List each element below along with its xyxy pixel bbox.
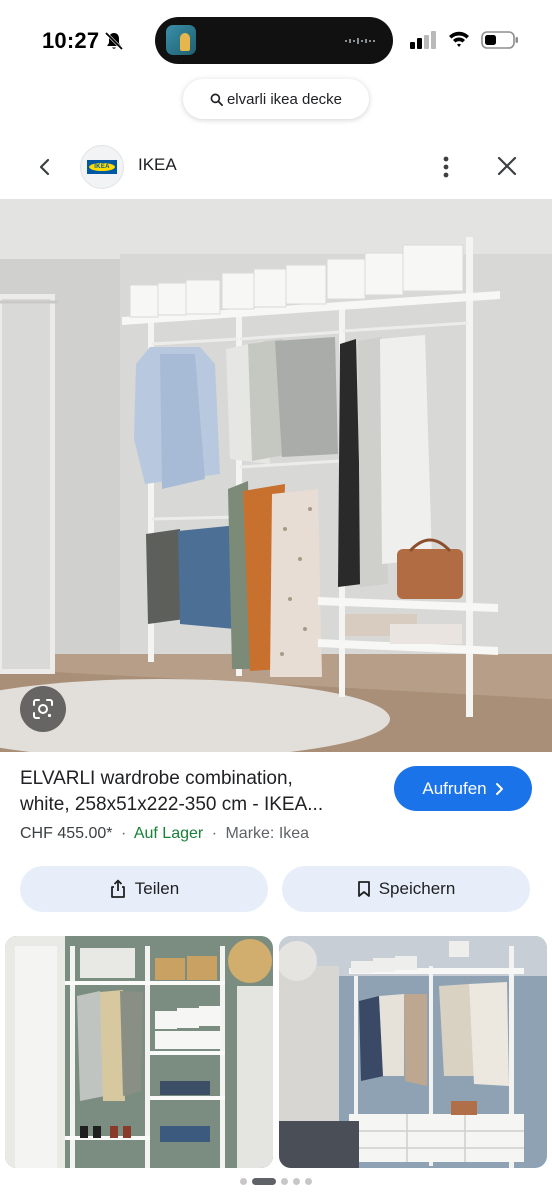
visit-button[interactable]: Aufrufen <box>394 766 532 811</box>
wifi-icon <box>449 31 469 47</box>
status-bar: 10:27 <box>0 0 552 80</box>
product-image[interactable] <box>0 199 552 752</box>
status-time: 10:27 <box>42 28 100 53</box>
bookmark-icon <box>357 881 370 897</box>
pager-dot[interactable] <box>240 1178 247 1185</box>
camera-lens-icon <box>33 699 53 719</box>
close-button[interactable] <box>492 151 522 181</box>
audio-wave-icon <box>345 38 375 44</box>
site-logo[interactable]: IKEA <box>80 145 124 189</box>
save-button[interactable]: Speichern <box>282 866 530 912</box>
related-images <box>0 936 552 1168</box>
search-icon <box>210 93 223 106</box>
logo-text: IKEA <box>94 164 110 170</box>
pager-dot-active[interactable] <box>252 1178 276 1185</box>
share-button[interactable]: Teilen <box>20 866 268 912</box>
visit-label: Aufrufen <box>422 778 487 798</box>
carousel-pager <box>0 1178 552 1185</box>
wardrobe-photo <box>0 199 552 752</box>
chevron-left-icon <box>39 158 50 176</box>
related-wardrobe-photo-1 <box>5 936 273 1168</box>
product-title-line-2: white, 258x51x222-350 cm - IKEA... <box>20 794 324 815</box>
related-wardrobe-photo-2 <box>279 936 547 1168</box>
bell-off-icon <box>104 31 124 51</box>
pager-dot[interactable] <box>293 1178 300 1185</box>
signal-icon <box>410 31 436 49</box>
share-label: Teilen <box>134 879 180 898</box>
product-meta: CHF 455.00* · Auf Lager · Marke: Ikea <box>20 825 309 843</box>
chevron-right-icon <box>495 782 503 795</box>
product-brand: Marke: Ikea <box>225 825 310 842</box>
more-vert-icon <box>443 156 449 178</box>
ikea-logo-icon: IKEA <box>87 160 117 174</box>
google-lens-button[interactable] <box>20 686 66 732</box>
result-header: IKEA IKEA <box>0 140 552 192</box>
stock-status: Auf Lager <box>133 825 204 842</box>
more-options-button[interactable] <box>432 152 460 182</box>
product-title[interactable]: ELVARLI wardrobe combination, white, 258… <box>20 766 380 818</box>
search-query-pill[interactable]: elvarli ikea decke <box>183 79 369 119</box>
product-price: CHF 455.00* <box>20 825 113 842</box>
related-image-1[interactable] <box>5 936 273 1168</box>
dynamic-island[interactable] <box>155 17 393 64</box>
pager-dot[interactable] <box>305 1178 312 1185</box>
back-button[interactable] <box>30 152 60 182</box>
share-icon <box>110 879 125 898</box>
related-image-2[interactable] <box>279 936 547 1168</box>
close-icon <box>497 156 517 176</box>
product-title-line-1: ELVARLI wardrobe combination, <box>20 768 293 789</box>
search-query-text: elvarli ikea decke <box>226 90 343 108</box>
now-playing-artwork <box>166 25 196 55</box>
meta-separator: · <box>120 825 127 842</box>
site-name[interactable]: IKEA <box>138 155 177 175</box>
battery-icon <box>481 31 518 49</box>
save-label: Speichern <box>378 879 456 898</box>
meta-separator: · <box>211 825 218 842</box>
pager-dot[interactable] <box>281 1178 288 1185</box>
